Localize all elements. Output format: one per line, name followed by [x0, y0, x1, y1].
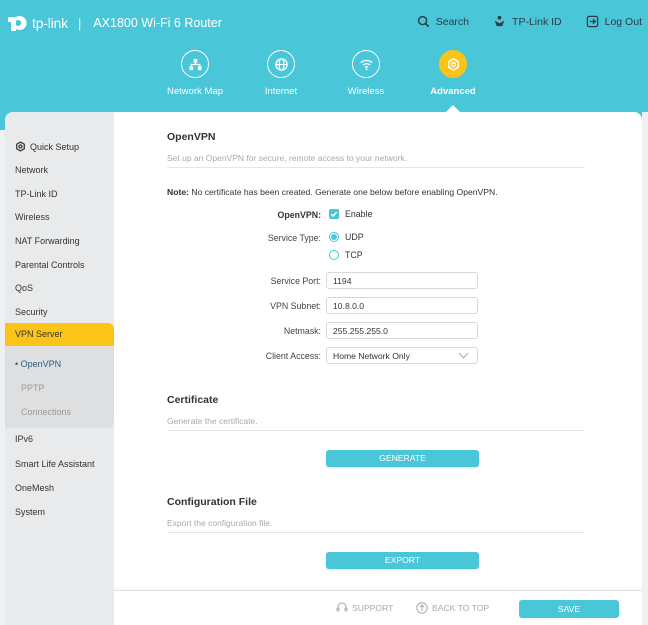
save-button[interactable]: SAVE	[519, 600, 619, 618]
nav-advanced[interactable]: Advanced	[408, 50, 498, 97]
submenu-item-pptp[interactable]: PPTP	[21, 383, 45, 393]
sidebar-item-smart-life-assistant[interactable]: Smart Life Assistant	[15, 459, 95, 469]
nav-advanced-label: Advanced	[430, 86, 476, 97]
sidebar-item-security[interactable]: Security	[15, 307, 48, 317]
service-type-label: Service Type:	[267, 233, 321, 243]
config-file-section-title: Configuration File	[167, 496, 257, 508]
sidebar-item-ipv6[interactable]: IPv6	[15, 434, 33, 444]
globe-icon	[274, 57, 288, 71]
generate-button[interactable]: GENERATE	[326, 450, 479, 467]
section-divider	[167, 430, 585, 431]
tcp-label: TCP	[345, 250, 363, 260]
vpn-subnet-input[interactable]: 10.8.0.0	[326, 297, 478, 314]
nav-wireless[interactable]: Wireless	[321, 50, 411, 97]
sidebar-item-parental-controls[interactable]: Parental Controls	[15, 260, 85, 270]
chevron-down-icon	[458, 348, 469, 359]
tp-link-logo-icon	[6, 13, 28, 33]
top-header: tp-link | AX1800 Wi-Fi 6 Router Search T…	[0, 0, 648, 130]
logout-icon	[586, 15, 598, 28]
sidebar-item-qos[interactable]: QoS	[15, 283, 33, 293]
sidebar-item-network[interactable]: Network	[15, 165, 48, 175]
network-map-icon	[188, 58, 202, 70]
back-to-top-label: BACK TO TOP	[432, 603, 490, 613]
brand-separator: |	[77, 15, 82, 31]
nav-network-map-label: Network Map	[167, 86, 223, 97]
sidebar-item-onemesh[interactable]: OneMesh	[15, 483, 54, 493]
openvpn-section-title: OpenVPN	[167, 131, 216, 143]
radio-selected[interactable]	[329, 232, 339, 242]
back-to-top-link[interactable]: BACK TO TOP	[416, 602, 489, 614]
vpn-server-submenu: • OpenVPN PPTP Connections	[5, 346, 114, 428]
sidebar-item-nat-forwarding[interactable]: NAT Forwarding	[15, 236, 80, 246]
user-icon	[494, 15, 505, 27]
section-divider	[167, 532, 585, 533]
header-links: Search TP-Link ID Log Out	[417, 15, 642, 28]
search-link-label: Search	[435, 15, 470, 28]
service-port-input[interactable]: 1194	[326, 272, 478, 289]
sidebar-item-tp-link-id[interactable]: TP-Link ID	[15, 189, 58, 199]
search-icon	[417, 15, 429, 28]
submenu-item-connections[interactable]: Connections	[21, 407, 71, 417]
active-nav-indicator	[446, 105, 460, 112]
checkbox-checked[interactable]	[329, 209, 339, 219]
main-panel: Quick Setup Network TP-Link ID Wireless …	[5, 112, 642, 625]
headset-icon	[336, 602, 348, 612]
client-access-select[interactable]: Home Network Only	[326, 347, 478, 364]
config-file-section-description: Export the configuration file.	[167, 518, 273, 528]
netmask-label: Netmask:	[283, 326, 321, 336]
arrow-up-circle-icon	[416, 602, 428, 614]
tp-link-id-label: TP-Link ID	[512, 15, 562, 28]
checkmark-icon	[330, 211, 338, 218]
sidebar-item-label: Quick Setup	[30, 141, 80, 152]
nav-wireless-label: Wireless	[347, 86, 385, 97]
openvpn-enable-label: OpenVPN:	[277, 210, 322, 220]
gear-icon	[16, 141, 25, 152]
page-edge	[642, 112, 648, 625]
nav-internet-label: Internet	[264, 86, 298, 97]
service-port-label: Service Port:	[270, 276, 321, 286]
service-type-tcp-radio[interactable]: TCP	[329, 250, 363, 260]
netmask-input[interactable]: 255.255.255.0	[326, 322, 478, 339]
vpn-subnet-label: VPN Subnet:	[270, 301, 321, 311]
support-label: SUPPORT	[352, 603, 394, 613]
client-access-value: Home Network Only	[333, 350, 410, 361]
tp-link-logo[interactable]: tp-link | AX1800 Wi-Fi 6 Router	[6, 13, 222, 33]
sidebar-item-vpn-server[interactable]: VPN Server	[5, 323, 114, 346]
sidebar: Quick Setup Network TP-Link ID Wireless …	[5, 112, 114, 625]
service-type-udp-radio[interactable]: UDP	[329, 232, 364, 242]
logout-label: Log Out	[604, 15, 642, 28]
gear-icon	[447, 57, 459, 71]
brand-name: tp-link	[32, 15, 68, 31]
tp-link-id-link[interactable]: TP-Link ID	[493, 15, 562, 28]
sidebar-item-system[interactable]: System	[15, 507, 45, 517]
certificate-section-description: Generate the certificate.	[167, 416, 258, 426]
nav-network-map[interactable]: Network Map	[150, 50, 240, 97]
router-model: AX1800 Wi-Fi 6 Router	[93, 16, 222, 30]
logout-link[interactable]: Log Out	[586, 15, 642, 28]
wifi-icon	[359, 59, 373, 70]
nav-internet[interactable]: Internet	[236, 50, 326, 97]
support-link[interactable]: SUPPORT	[336, 602, 393, 614]
openvpn-section-description: Set up an OpenVPN for secure, remote acc…	[167, 153, 408, 163]
radio-unselected[interactable]	[329, 250, 339, 260]
sidebar-item-wireless[interactable]: Wireless	[15, 212, 50, 222]
search-link[interactable]: Search	[417, 15, 469, 28]
sidebar-item-quick-setup[interactable]: Quick Setup	[15, 141, 79, 152]
section-divider	[167, 167, 585, 168]
certificate-note: Note: No certificate has been created. G…	[167, 187, 498, 197]
certificate-section-title: Certificate	[167, 394, 219, 406]
submenu-item-openvpn[interactable]: • OpenVPN	[15, 359, 61, 369]
export-button[interactable]: EXPORT	[326, 552, 479, 569]
openvpn-enable-checkbox[interactable]: Enable	[329, 209, 372, 219]
sidebar-item-label: VPN Server	[15, 329, 63, 339]
udp-label: UDP	[345, 232, 364, 242]
footer-bar: SUPPORT BACK TO TOP SAVE	[114, 590, 642, 625]
enable-option-label: Enable	[345, 209, 373, 219]
client-access-label: Client Access:	[265, 351, 321, 361]
